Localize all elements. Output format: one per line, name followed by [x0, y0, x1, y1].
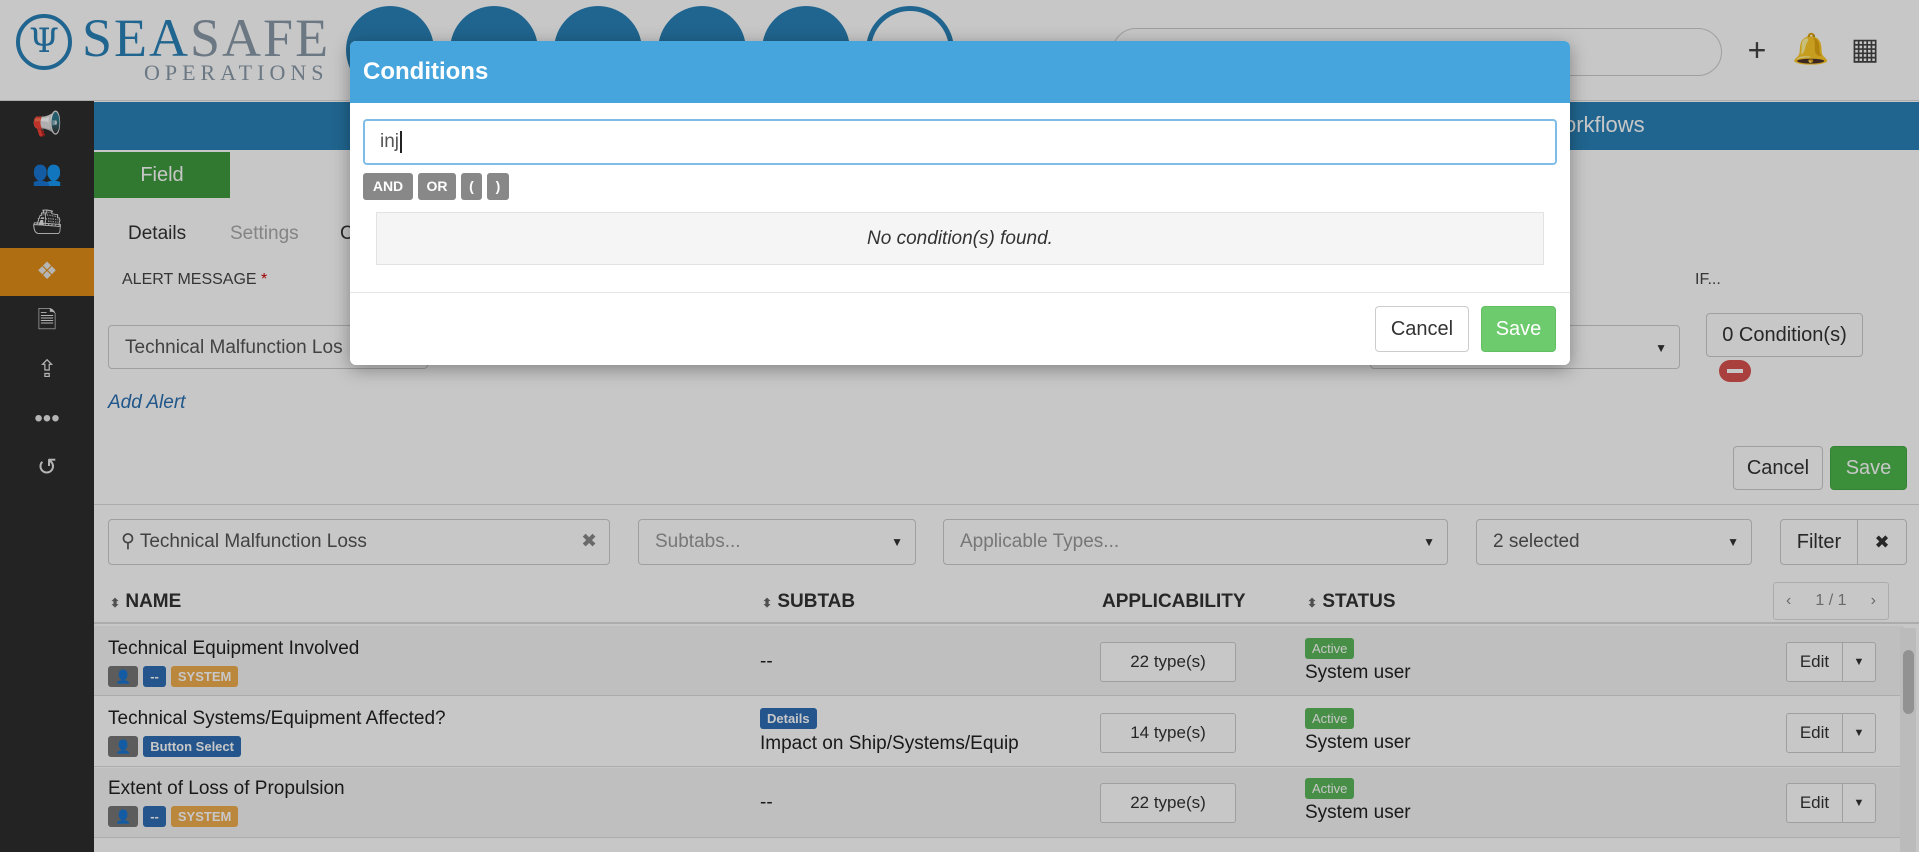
condition-search-input[interactable]: inj: [363, 119, 1557, 165]
conditions-modal: Conditions inj AND OR ( ) No condition(s…: [350, 41, 1570, 365]
modal-save-button[interactable]: Save: [1481, 306, 1556, 352]
and-operator-button[interactable]: AND: [363, 173, 413, 200]
modal-cancel-button[interactable]: Cancel: [1375, 306, 1469, 352]
modal-footer-divider: [350, 292, 1570, 293]
or-operator-button[interactable]: OR: [418, 173, 456, 200]
modal-title: Conditions: [350, 41, 1570, 103]
text-cursor: [400, 130, 403, 153]
empty-conditions-message: No condition(s) found.: [376, 212, 1544, 265]
open-paren-button[interactable]: (: [461, 173, 482, 200]
condition-input-value: inj: [380, 131, 400, 152]
close-paren-button[interactable]: ): [487, 173, 509, 200]
